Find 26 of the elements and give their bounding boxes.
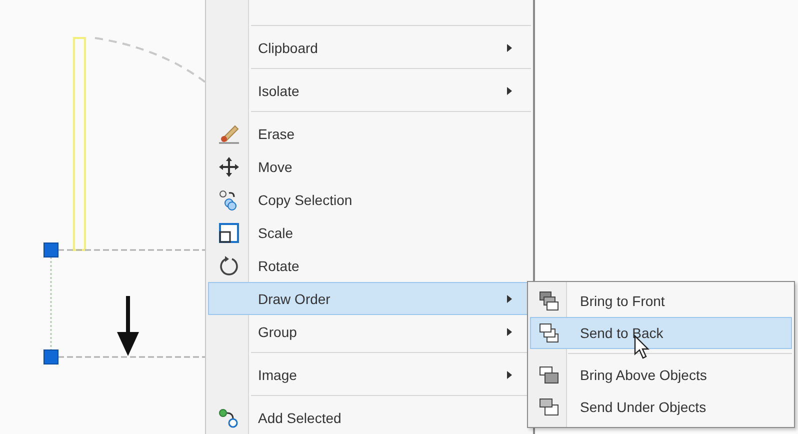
menu-item[interactable]: Copy Selection bbox=[208, 183, 531, 216]
menu-item[interactable]: Send to Back bbox=[530, 317, 792, 349]
menu-item[interactable]: Clipboard bbox=[208, 31, 531, 64]
menu-item[interactable]: Scale bbox=[208, 216, 531, 249]
menu-item[interactable]: Erase bbox=[208, 117, 531, 150]
menu-item[interactable]: Rotate bbox=[208, 249, 531, 282]
menu-item[interactable]: Send Under Objects bbox=[530, 391, 792, 423]
menu-item[interactable]: Bring to Front bbox=[530, 285, 792, 317]
send-to-back-icon bbox=[538, 322, 560, 344]
menu-item[interactable]: Bring Above Objects bbox=[530, 359, 792, 391]
down-arrow bbox=[117, 296, 139, 356]
bring-to-front-icon bbox=[538, 290, 560, 312]
menu-item[interactable]: Isolate bbox=[208, 74, 531, 107]
send-under-icon bbox=[538, 396, 560, 418]
move-icon bbox=[218, 156, 240, 178]
eraser-icon bbox=[218, 122, 240, 144]
grip-handle[interactable] bbox=[44, 350, 58, 364]
menu-item[interactable]: Group bbox=[208, 315, 531, 348]
grip-handle[interactable] bbox=[44, 242, 58, 258]
menu-item[interactable]: Image bbox=[208, 358, 531, 391]
rotate-icon bbox=[218, 254, 240, 276]
bring-above-icon bbox=[538, 364, 560, 386]
scale-icon bbox=[218, 222, 240, 244]
add-selected-icon bbox=[218, 406, 240, 428]
menu-item[interactable]: Move bbox=[208, 150, 531, 183]
menu-item[interactable]: Add Selected bbox=[208, 401, 531, 434]
